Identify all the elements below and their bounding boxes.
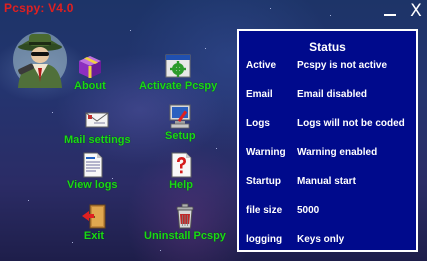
status-key: logging bbox=[246, 234, 283, 245]
close-button[interactable]: X bbox=[405, 0, 427, 22]
log-document-icon bbox=[83, 152, 103, 178]
status-value: Manual start bbox=[297, 176, 356, 187]
help-shortcut[interactable]: Help bbox=[167, 151, 195, 192]
status-value: Keys only bbox=[297, 234, 345, 245]
window-title: Pcspy: V4.0 bbox=[4, 1, 74, 15]
exit-door-icon bbox=[82, 204, 106, 229]
help-question-icon bbox=[171, 152, 192, 178]
star bbox=[270, 8, 271, 9]
window-gear-icon bbox=[165, 54, 191, 78]
trash-can-icon bbox=[176, 203, 194, 229]
exit-label: Exit bbox=[83, 230, 105, 242]
uninstall-pcspy-label: Uninstall Pcspy bbox=[144, 230, 226, 242]
star bbox=[72, 242, 73, 243]
status-panel: Status Active Pcspy is not active Email … bbox=[237, 29, 418, 252]
pcspy-main-window: Pcspy: V4.0 X About Activate Pcspy Mail … bbox=[0, 0, 427, 261]
status-value: Email disabled bbox=[297, 89, 368, 100]
computer-setup-icon bbox=[169, 104, 191, 129]
status-key: Active bbox=[246, 60, 277, 71]
spy-detective-icon bbox=[13, 32, 67, 88]
view-logs-label: View logs bbox=[67, 179, 118, 191]
status-value: Logs will not be coded bbox=[297, 118, 405, 129]
about-label: About bbox=[74, 80, 106, 92]
view-logs-shortcut[interactable]: View logs bbox=[67, 151, 118, 192]
star bbox=[52, 112, 53, 113]
status-key: Email bbox=[246, 89, 273, 100]
about-shortcut[interactable]: About bbox=[74, 52, 106, 93]
minimize-icon bbox=[384, 14, 396, 16]
mail-envelope-icon bbox=[85, 112, 109, 128]
star bbox=[28, 200, 29, 201]
setup-shortcut[interactable]: Setup bbox=[165, 102, 196, 143]
uninstall-pcspy-shortcut[interactable]: Uninstall Pcspy bbox=[144, 202, 226, 243]
star bbox=[330, 15, 331, 16]
status-title: Status bbox=[309, 40, 346, 54]
status-value: Warning enabled bbox=[297, 147, 378, 158]
star bbox=[205, 48, 206, 49]
status-value: 5000 bbox=[297, 205, 320, 216]
help-label: Help bbox=[169, 179, 193, 191]
status-value: Pcspy is not active bbox=[297, 60, 388, 71]
status-key: Logs bbox=[246, 118, 270, 129]
minimize-button[interactable] bbox=[379, 0, 401, 22]
exit-shortcut[interactable]: Exit bbox=[80, 202, 108, 243]
status-key: Startup bbox=[246, 176, 281, 187]
status-key: Warning bbox=[246, 147, 286, 158]
activate-pcspy-label: Activate Pcspy bbox=[139, 80, 218, 92]
star bbox=[216, 148, 217, 149]
mail-settings-label: Mail settings bbox=[64, 134, 131, 146]
status-key: file size bbox=[246, 205, 283, 216]
setup-label: Setup bbox=[165, 130, 196, 142]
star bbox=[130, 30, 131, 31]
mail-settings-shortcut[interactable]: Mail settings bbox=[64, 106, 131, 147]
star bbox=[160, 250, 161, 251]
activate-pcspy-shortcut[interactable]: Activate Pcspy bbox=[139, 52, 217, 93]
gift-box-icon bbox=[78, 56, 101, 78]
